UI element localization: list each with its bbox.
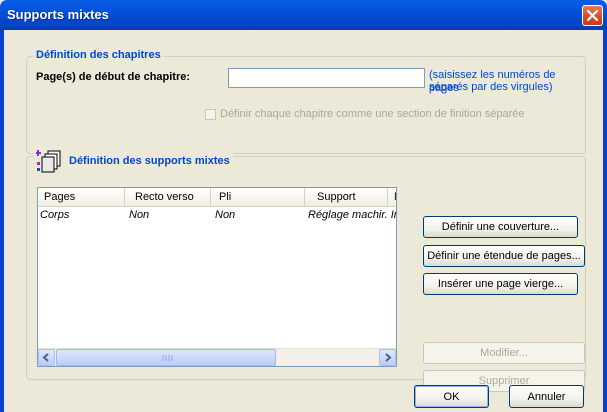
mixed-media-list[interactable]: Pages Recto verso Pli Support M Corps No… — [37, 187, 397, 367]
column-media[interactable]: Support — [305, 188, 388, 206]
section-checkbox[interactable] — [205, 109, 216, 120]
scroll-thumb[interactable] — [56, 349, 276, 366]
window-title: Supports mixtes — [7, 7, 109, 22]
column-more[interactable]: M — [388, 188, 396, 206]
chapter-start-label: Page(s) de début de chapitre: — [36, 71, 191, 83]
mixed-media-legend: Définition des supports mixtes — [33, 148, 233, 174]
scroll-left-button[interactable] — [38, 349, 55, 366]
define-cover-button[interactable]: Définir une couverture... — [423, 216, 578, 238]
list-header: Pages Recto verso Pli Support M — [38, 188, 396, 207]
grip-icon — [162, 355, 173, 361]
ok-button[interactable]: OK — [414, 385, 489, 408]
modify-button[interactable]: Modifier... — [423, 342, 585, 364]
section-checkbox-label: Définir chaque chapitre comme une sectio… — [220, 108, 525, 120]
chapters-legend: Définition des chapitres — [33, 49, 164, 61]
dialog-body: Définition des chapitres Page(s) de débu… — [4, 30, 603, 412]
arrow-right-icon — [385, 353, 392, 362]
title-bar: Supports mixtes — [0, 0, 607, 30]
cell-media: Réglage machir. Ir — [308, 209, 397, 221]
column-fold[interactable]: Pli — [211, 188, 305, 206]
arrow-left-icon — [42, 353, 49, 362]
horizontal-scrollbar[interactable] — [38, 348, 396, 366]
scroll-right-button[interactable] — [379, 349, 396, 366]
chapter-start-input[interactable] — [228, 68, 425, 88]
mixed-media-legend-text: Définition des supports mixtes — [69, 155, 230, 167]
column-pages[interactable]: Pages — [38, 188, 125, 206]
cell-pages: Corps — [40, 209, 70, 221]
close-button[interactable] — [582, 5, 603, 26]
chapter-hint-line2: séparés par des virgules) — [429, 81, 553, 93]
table-row[interactable]: Corps Non Non Réglage machir. Ir — [38, 207, 396, 223]
window-frame-right — [603, 30, 607, 412]
cell-fold: Non — [215, 209, 236, 221]
cancel-button[interactable]: Annuler — [509, 385, 584, 408]
cell-duplex: Non — [129, 209, 150, 221]
define-page-range-button[interactable]: Définir une étendue de pages... — [423, 245, 585, 267]
insert-blank-page-button[interactable]: Insérer une page vierge... — [423, 273, 578, 295]
stacked-pages-icon — [36, 150, 61, 173]
column-duplex[interactable]: Recto verso — [125, 188, 211, 206]
chapters-group: Définition des chapitres Page(s) de débu… — [26, 49, 586, 154]
mixed-media-group: Définition des supports mixtes Pages Rec… — [26, 148, 586, 392]
close-icon — [586, 9, 599, 22]
